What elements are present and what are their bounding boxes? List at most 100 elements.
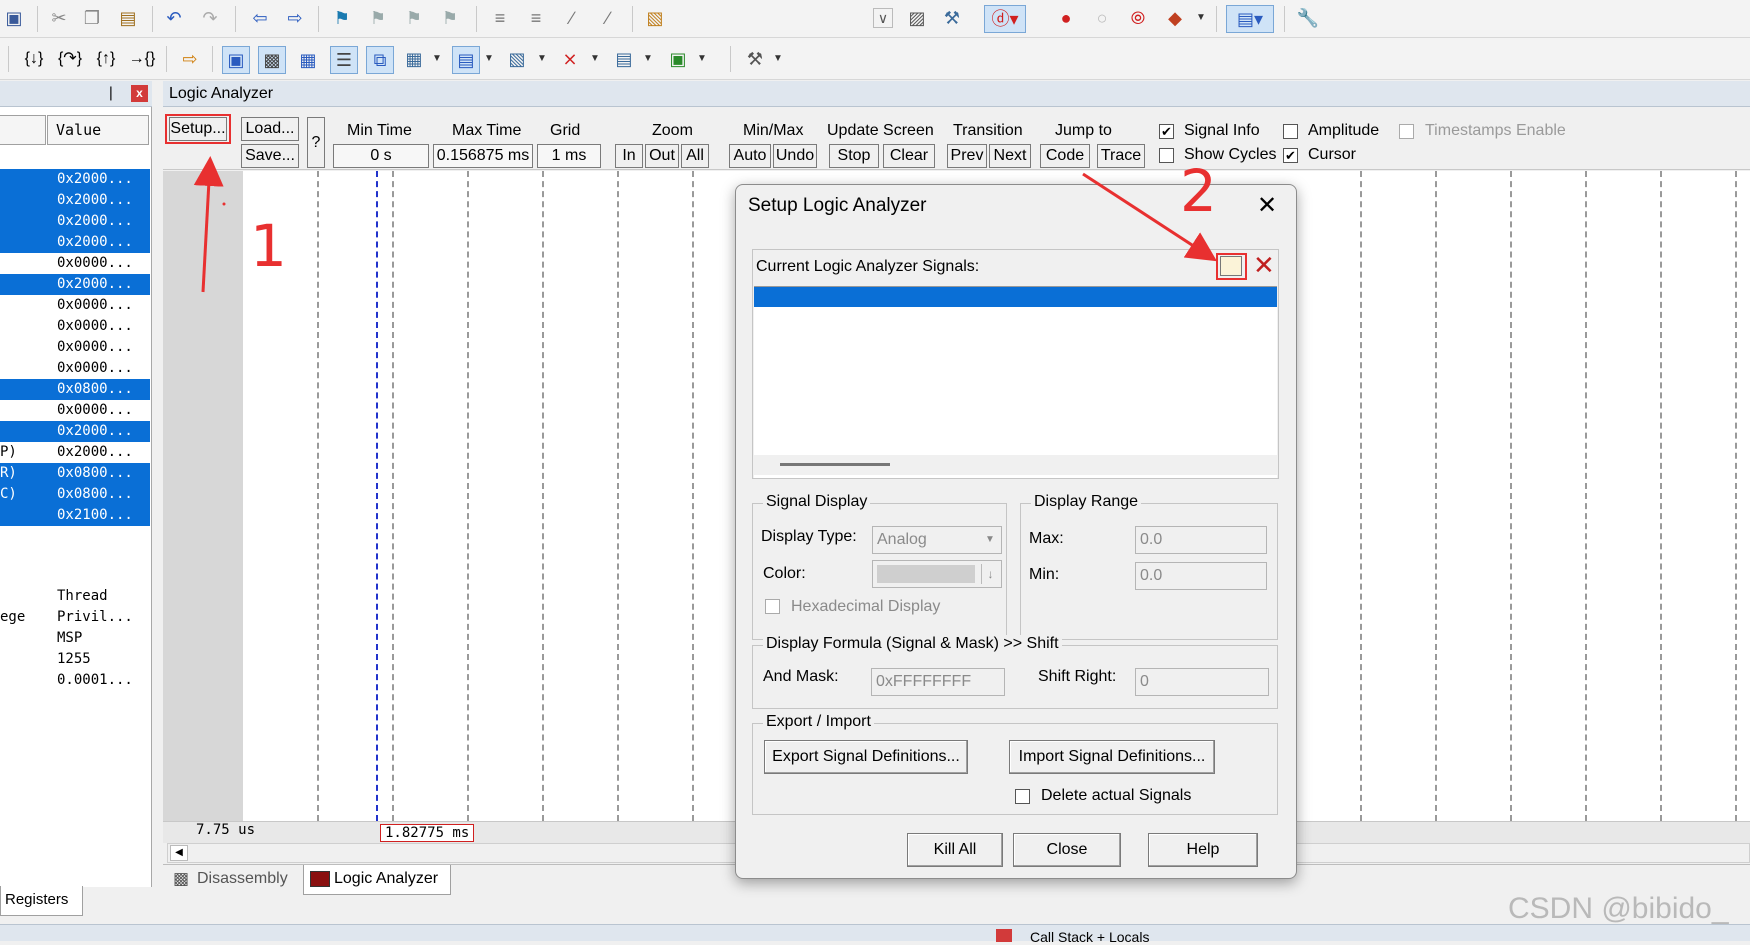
show-next-statement-icon[interactable]: ⇨ xyxy=(178,47,202,71)
command-window-icon[interactable]: ▣ xyxy=(222,46,250,74)
system-viewer-icon[interactable]: ▣ xyxy=(666,47,690,71)
info-row[interactable]: 1255 xyxy=(0,649,150,670)
zoom-in-button[interactable]: In xyxy=(615,144,643,168)
configure-icon[interactable]: ⚒ xyxy=(940,6,964,30)
register-row[interactable]: 0x0000... xyxy=(0,400,150,421)
register-row[interactable]: 0x0800... xyxy=(0,379,150,400)
max-input[interactable]: 0.0 xyxy=(1135,526,1267,554)
bookmark-clear-icon[interactable]: ⚑ xyxy=(438,6,462,30)
register-row[interactable]: 0x0000... xyxy=(0,253,150,274)
bookmark-icon[interactable]: ⚑ xyxy=(330,6,354,30)
breakpoint-kill-icon[interactable]: ⦾ xyxy=(1126,6,1150,30)
trace-window-icon[interactable]: ▤ xyxy=(612,47,636,71)
minmax-undo-button[interactable]: Undo xyxy=(773,144,817,168)
save-button[interactable]: Save... xyxy=(241,144,299,168)
delete-signal-icon[interactable]: ✕ xyxy=(1253,250,1275,281)
register-row[interactable]: 0x2100... xyxy=(0,505,150,526)
delete-actual-signals-checkbox[interactable] xyxy=(1015,789,1030,804)
find-icon[interactable]: ▨ xyxy=(905,6,929,30)
breakpoint-disable-icon[interactable]: ○ xyxy=(1090,6,1114,30)
register-row[interactable]: 0x0000... xyxy=(0,337,150,358)
wrench-icon[interactable]: 🔧 xyxy=(1296,6,1320,30)
transition-prev-button[interactable]: Prev xyxy=(947,144,987,168)
debug-session-icon[interactable]: ⓓ▾ xyxy=(984,5,1026,33)
toolbox-icon[interactable]: ⚒ xyxy=(743,47,767,71)
chevron-down-icon[interactable]: ▼ xyxy=(643,53,653,64)
step-into-icon[interactable]: {↓} xyxy=(22,47,46,71)
update-stop-button[interactable]: Stop xyxy=(829,144,879,168)
shift-right-input[interactable]: 0 xyxy=(1135,668,1269,696)
step-out-icon[interactable]: {↑} xyxy=(94,47,118,71)
cursor-line[interactable] xyxy=(376,171,378,821)
disassembly-window-icon[interactable]: ▩ xyxy=(258,46,286,74)
show-cycles-checkbox[interactable] xyxy=(1159,148,1174,163)
run-to-cursor-icon[interactable]: →{} xyxy=(129,47,156,71)
memory-window-icon[interactable]: ▤ xyxy=(452,46,480,74)
close-icon[interactable] xyxy=(996,929,1012,942)
uncomment-icon[interactable]: ∕ xyxy=(596,6,620,30)
info-row[interactable]: MSP xyxy=(0,628,150,649)
window-layout-icon[interactable]: ▤▾ xyxy=(1226,5,1274,33)
close-icon[interactable]: x xyxy=(131,85,148,102)
timestamps-checkbox[interactable] xyxy=(1399,124,1414,139)
info-row[interactable]: Thread xyxy=(0,586,150,607)
chevron-down-icon[interactable]: ▼ xyxy=(537,53,547,64)
call-stack-window-icon[interactable]: ⧉ xyxy=(366,46,394,74)
signal-edit-row[interactable] xyxy=(754,287,1277,307)
pin-icon[interactable]: ❘ xyxy=(105,84,117,101)
signal-info-checkbox[interactable]: ✔ xyxy=(1159,124,1174,139)
register-row[interactable]: R) 0x0800... xyxy=(0,463,150,484)
redo-icon[interactable]: ↷ xyxy=(198,6,222,30)
chevron-down-icon[interactable]: ▼ xyxy=(590,53,600,64)
chevron-down-icon[interactable]: ▼ xyxy=(1196,12,1206,23)
zoom-out-button[interactable]: Out xyxy=(645,144,679,168)
register-row[interactable]: 0x2000... xyxy=(0,211,150,232)
paste-icon[interactable]: ▤ xyxy=(116,6,140,30)
display-type-select[interactable]: Analog ▼ xyxy=(872,526,1002,554)
minmax-auto-button[interactable]: Auto xyxy=(729,144,771,168)
close-icon[interactable]: ✕ xyxy=(1252,191,1282,220)
export-signal-definitions-button[interactable]: Export Signal Definitions... xyxy=(764,740,968,774)
chevron-down-icon[interactable]: ▼ xyxy=(484,53,494,64)
signals-scrollbar[interactable] xyxy=(754,455,1277,475)
jump-code-button[interactable]: Code xyxy=(1040,144,1090,168)
undo-icon[interactable]: ↶ xyxy=(162,6,186,30)
chevron-down-icon[interactable]: ▼ xyxy=(697,53,707,64)
signals-list[interactable] xyxy=(754,286,1277,478)
dialog-help-button[interactable]: Help xyxy=(1148,833,1258,867)
jump-trace-button[interactable]: Trace xyxy=(1097,144,1145,168)
comment-icon[interactable]: ∕ xyxy=(560,6,584,30)
info-row[interactable]: 0.0001... xyxy=(0,670,150,691)
register-row[interactable]: 0x2000... xyxy=(0,169,150,190)
register-row[interactable]: 0x2000... xyxy=(0,232,150,253)
transition-next-button[interactable]: Next xyxy=(989,144,1031,168)
registers-window-icon[interactable]: ☰ xyxy=(330,46,358,74)
target-dropdown-icon[interactable]: ∨ xyxy=(873,8,893,28)
symbols-window-icon[interactable]: ▦ xyxy=(294,46,322,74)
bookmark-next-icon[interactable]: ⚑ xyxy=(402,6,426,30)
register-row[interactable]: 0x2000... xyxy=(0,190,150,211)
find-in-files-icon[interactable]: ▧ xyxy=(643,6,667,30)
register-row[interactable]: 0x2000... xyxy=(0,421,150,442)
analysis-window-icon[interactable]: ⨯ xyxy=(558,47,582,71)
register-row[interactable]: 0x0000... xyxy=(0,358,150,379)
bookmark-prev-icon[interactable]: ⚑ xyxy=(366,6,390,30)
color-picker[interactable]: ↓ xyxy=(872,560,1002,588)
column-header-value[interactable]: Value xyxy=(47,115,149,145)
and-mask-input[interactable]: 0xFFFFFFFF xyxy=(871,668,1005,696)
chevron-down-icon[interactable]: ▼ xyxy=(773,53,783,64)
hexadecimal-display-checkbox[interactable] xyxy=(765,599,780,614)
tab-logic-analyzer[interactable]: Logic Analyzer xyxy=(303,865,451,895)
import-signal-definitions-button[interactable]: Import Signal Definitions... xyxy=(1009,740,1215,774)
scroll-left-icon[interactable]: ◀ xyxy=(170,845,188,861)
dialog-close-button[interactable]: Close xyxy=(1013,833,1121,867)
breakpoint-icon[interactable]: ● xyxy=(1054,6,1078,30)
nav-forward-icon[interactable]: ⇨ xyxy=(283,6,307,30)
load-button[interactable]: Load... xyxy=(241,117,299,141)
save-all-icon[interactable]: ▣ xyxy=(2,6,26,30)
register-row[interactable]: 0x0000... xyxy=(0,295,150,316)
scroll-thumb[interactable] xyxy=(780,463,890,466)
info-row[interactable]: ege Privil... xyxy=(0,607,150,628)
unindent-icon[interactable]: ≡ xyxy=(524,6,548,30)
tab-registers[interactable]: Registers xyxy=(0,886,83,916)
